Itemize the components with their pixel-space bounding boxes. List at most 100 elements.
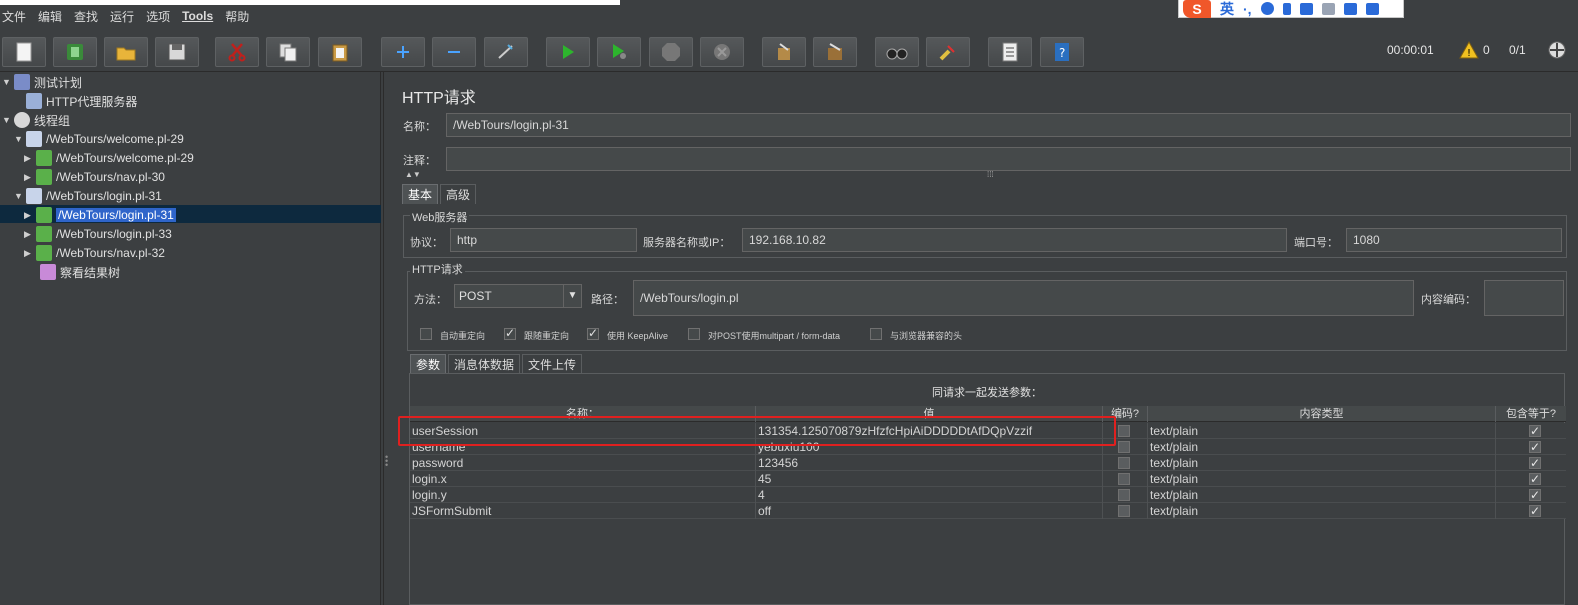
param-value-cell[interactable]: 4 xyxy=(756,487,1103,503)
param-name-cell[interactable]: login.x xyxy=(410,471,756,487)
open-button[interactable] xyxy=(104,37,148,67)
param-content-type-cell[interactable]: text/plain xyxy=(1148,487,1496,503)
protocol-field[interactable]: http xyxy=(450,228,637,252)
tree-item[interactable]: ▶ /WebTours/login.pl-31 xyxy=(24,206,176,224)
start-button[interactable] xyxy=(546,37,590,67)
param-name-cell[interactable]: username xyxy=(410,439,756,455)
clear-all-button[interactable] xyxy=(813,37,857,67)
reset-search-button[interactable] xyxy=(926,37,970,67)
include-equals-checkbox[interactable] xyxy=(1529,503,1541,519)
save-button[interactable] xyxy=(155,37,199,67)
comment-field[interactable] xyxy=(446,147,1571,171)
menu-options[interactable]: 选项 xyxy=(146,8,170,25)
encode-checkbox[interactable] xyxy=(1118,505,1130,517)
param-name-cell[interactable]: JSFormSubmit xyxy=(410,503,756,519)
include-equals-checkbox[interactable] xyxy=(1529,487,1541,503)
column-value[interactable]: 值 xyxy=(756,406,1103,422)
menu-search[interactable]: 查找 xyxy=(74,8,98,25)
table-row[interactable]: login.x 45 text/plain xyxy=(410,471,1566,487)
function-helper-button[interactable] xyxy=(988,37,1032,67)
column-content-type[interactable]: 内容类型 xyxy=(1148,406,1496,422)
toolbox-icon[interactable] xyxy=(1365,2,1379,15)
tab-basic[interactable]: 基本 xyxy=(402,184,439,204)
param-name-cell[interactable]: login.y xyxy=(410,487,756,503)
param-content-type-cell[interactable]: text/plain xyxy=(1148,503,1496,519)
param-content-type-cell[interactable]: text/plain xyxy=(1148,423,1496,439)
tab-files-upload[interactable]: 文件上传 xyxy=(522,354,583,374)
toggle-button[interactable] xyxy=(484,37,528,67)
expand-all-button[interactable] xyxy=(381,37,425,67)
chevron-down-icon[interactable]: ▼ xyxy=(14,134,26,144)
split-pane-divider[interactable]: • • • xyxy=(383,72,391,605)
table-row[interactable]: JSFormSubmit off text/plain xyxy=(410,503,1566,519)
tab-body-data[interactable]: 消息体数据 xyxy=(448,354,521,374)
chevron-down-icon[interactable]: ▼ xyxy=(2,115,14,125)
shutdown-button[interactable] xyxy=(700,37,744,67)
menu-edit[interactable]: 编辑 xyxy=(38,8,62,25)
option-checkbox[interactable] xyxy=(420,328,432,340)
chevron-right-icon[interactable]: ▶ xyxy=(24,229,36,240)
include-equals-checkbox[interactable] xyxy=(1529,439,1541,455)
templates-button[interactable] xyxy=(53,37,97,67)
option-checkbox[interactable] xyxy=(870,328,882,340)
search-button[interactable] xyxy=(875,37,919,67)
tree-item[interactable]: ▼ /WebTours/welcome.pl-29 xyxy=(14,130,184,148)
encode-checkbox[interactable] xyxy=(1118,425,1130,437)
tree-item[interactable]: ▶ /WebTours/welcome.pl-29 xyxy=(24,149,194,167)
paste-button[interactable] xyxy=(318,37,362,67)
tab-parameters[interactable]: 参数 xyxy=(410,354,447,374)
include-equals-checkbox[interactable] xyxy=(1529,423,1541,439)
tree-item[interactable]: 察看结果树 xyxy=(28,263,120,281)
user-icon[interactable] xyxy=(1321,2,1335,15)
column-encode[interactable]: 编码? xyxy=(1103,406,1148,422)
clear-button[interactable] xyxy=(762,37,806,67)
chevron-down-icon[interactable]: ▼ xyxy=(563,285,581,307)
server-field[interactable]: 192.168.10.82 xyxy=(742,228,1287,252)
path-field[interactable]: /WebTours/login.pl xyxy=(633,280,1414,316)
tree-item[interactable]: ▼ 测试计划 xyxy=(2,73,82,91)
param-value-cell[interactable]: 131354.125070879zHfzfcHpiAiDDDDDtAfDQpVz… xyxy=(756,423,1103,439)
include-equals-checkbox[interactable] xyxy=(1529,471,1541,487)
table-row[interactable]: password 123456 text/plain xyxy=(410,455,1566,471)
tree-item[interactable]: HTTP代理服务器 xyxy=(14,92,137,110)
collapse-arrows-icon[interactable]: ▲▼ xyxy=(405,170,421,179)
param-name-cell[interactable]: userSession xyxy=(410,423,756,439)
param-value-cell[interactable]: yebuxiu100 xyxy=(756,439,1103,455)
method-select[interactable]: POST ▼ xyxy=(454,284,582,308)
option-checkbox[interactable] xyxy=(688,328,700,340)
param-content-type-cell[interactable]: text/plain xyxy=(1148,439,1496,455)
emoji-icon[interactable] xyxy=(1260,2,1274,15)
skin-icon[interactable] xyxy=(1343,2,1357,15)
menu-run[interactable]: 运行 xyxy=(110,8,134,25)
tree-item[interactable]: ▶ /WebTours/login.pl-33 xyxy=(24,225,172,243)
name-field[interactable]: /WebTours/login.pl-31 xyxy=(446,113,1571,137)
table-row[interactable]: userSession 131354.125070879zHfzfcHpiAiDD… xyxy=(410,423,1566,439)
param-content-type-cell[interactable]: text/plain xyxy=(1148,471,1496,487)
menu-tools[interactable]: Tools xyxy=(182,9,213,23)
encode-checkbox[interactable] xyxy=(1118,457,1130,469)
param-value-cell[interactable]: 45 xyxy=(756,471,1103,487)
help-button[interactable]: ? xyxy=(1040,37,1084,67)
option-checkbox[interactable] xyxy=(504,326,516,340)
menu-file[interactable]: 文件 xyxy=(2,8,26,25)
encoding-field[interactable] xyxy=(1484,280,1564,316)
param-value-cell[interactable]: off xyxy=(756,503,1103,519)
start-no-pauses-button[interactable] xyxy=(597,37,641,67)
port-field[interactable]: 1080 xyxy=(1346,228,1562,252)
chevron-right-icon[interactable]: ▶ xyxy=(24,153,36,164)
new-button[interactable] xyxy=(2,37,46,67)
cut-button[interactable] xyxy=(215,37,259,67)
stop-button[interactable] xyxy=(649,37,693,67)
param-value-cell[interactable]: 123456 xyxy=(756,455,1103,471)
warning-icon[interactable]: ! xyxy=(1459,41,1479,59)
ime-punctuation-toggle[interactable]: ·, xyxy=(1243,1,1252,17)
encode-checkbox[interactable] xyxy=(1118,489,1130,501)
tree-item[interactable]: ▼ /WebTours/login.pl-31 xyxy=(14,187,162,205)
encode-checkbox[interactable] xyxy=(1118,473,1130,485)
chevron-right-icon[interactable]: ▶ xyxy=(24,172,36,183)
table-row[interactable]: username yebuxiu100 text/plain xyxy=(410,439,1566,455)
remote-start-icon[interactable] xyxy=(1547,40,1567,60)
chevron-right-icon[interactable]: ▶ xyxy=(24,248,36,259)
menu-help[interactable]: 帮助 xyxy=(225,8,249,25)
include-equals-checkbox[interactable] xyxy=(1529,455,1541,471)
